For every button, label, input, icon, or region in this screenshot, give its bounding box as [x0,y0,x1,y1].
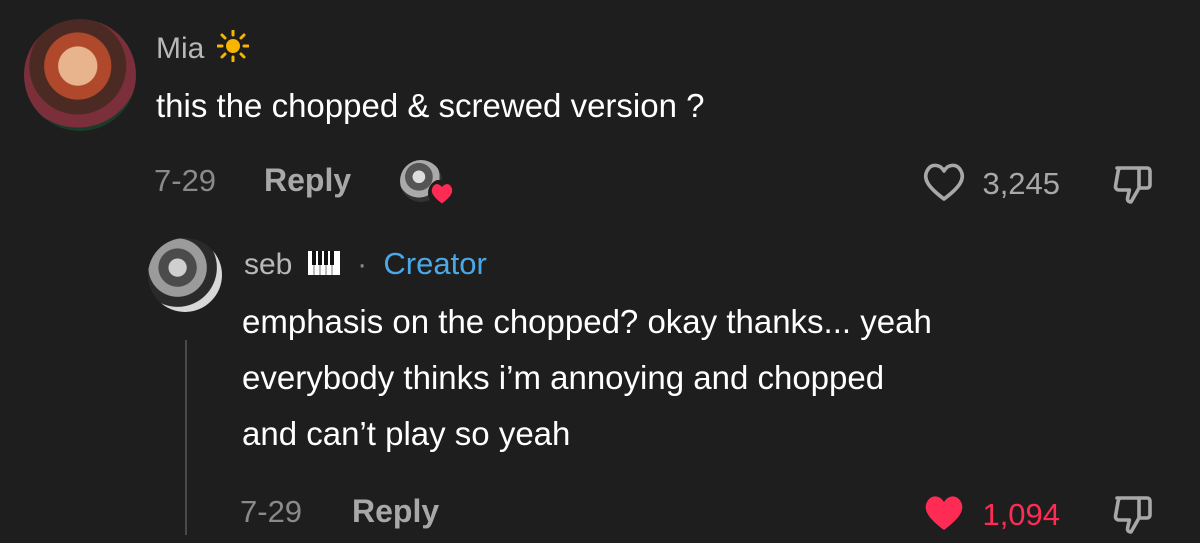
avatar-seb[interactable] [148,238,222,312]
dislike-button[interactable] [1108,160,1158,213]
piano-icon [307,250,341,284]
reply-date: 7-29 [240,494,303,529]
heart-outline-icon [920,158,968,209]
thumbs-down-icon [1108,166,1158,212]
reply-text-line: emphasis on the chopped? okay thanks... … [242,303,932,340]
reply-dislike-button[interactable] [1108,490,1158,543]
reply-username-text[interactable]: seb [244,248,292,281]
comment-date: 7-29 [154,163,217,198]
comment-text: this the chopped & screwed version ? [156,87,705,124]
sun-icon [216,29,250,70]
reply-username[interactable]: seb · Creator [244,246,487,284]
avatar-mia[interactable] [24,19,136,131]
reply-like-count: 1,094 [982,496,1061,532]
reply-text-line: everybody thinks i’m annoying and choppe… [242,359,885,396]
thumbs-down-icon [1108,496,1158,542]
reply-text-line: and can’t play so yeah [242,415,571,452]
reply-text: emphasis on the chopped? okay thanks... … [242,294,932,462]
comment-username[interactable]: Mia [156,29,250,70]
username-text[interactable]: Mia [156,32,204,65]
reply-reply-button[interactable]: Reply [352,493,439,530]
like-button[interactable]: 3,245 [920,158,1060,209]
creator-badge: Creator [383,246,487,281]
heart-badge-icon [428,179,456,211]
thread-line [185,340,187,535]
separator-dot: · [357,248,368,281]
reply-button[interactable]: Reply [264,162,351,199]
like-count: 3,245 [982,165,1061,201]
heart-filled-icon [920,489,968,540]
reply-like-button[interactable]: 1,094 [920,489,1060,540]
